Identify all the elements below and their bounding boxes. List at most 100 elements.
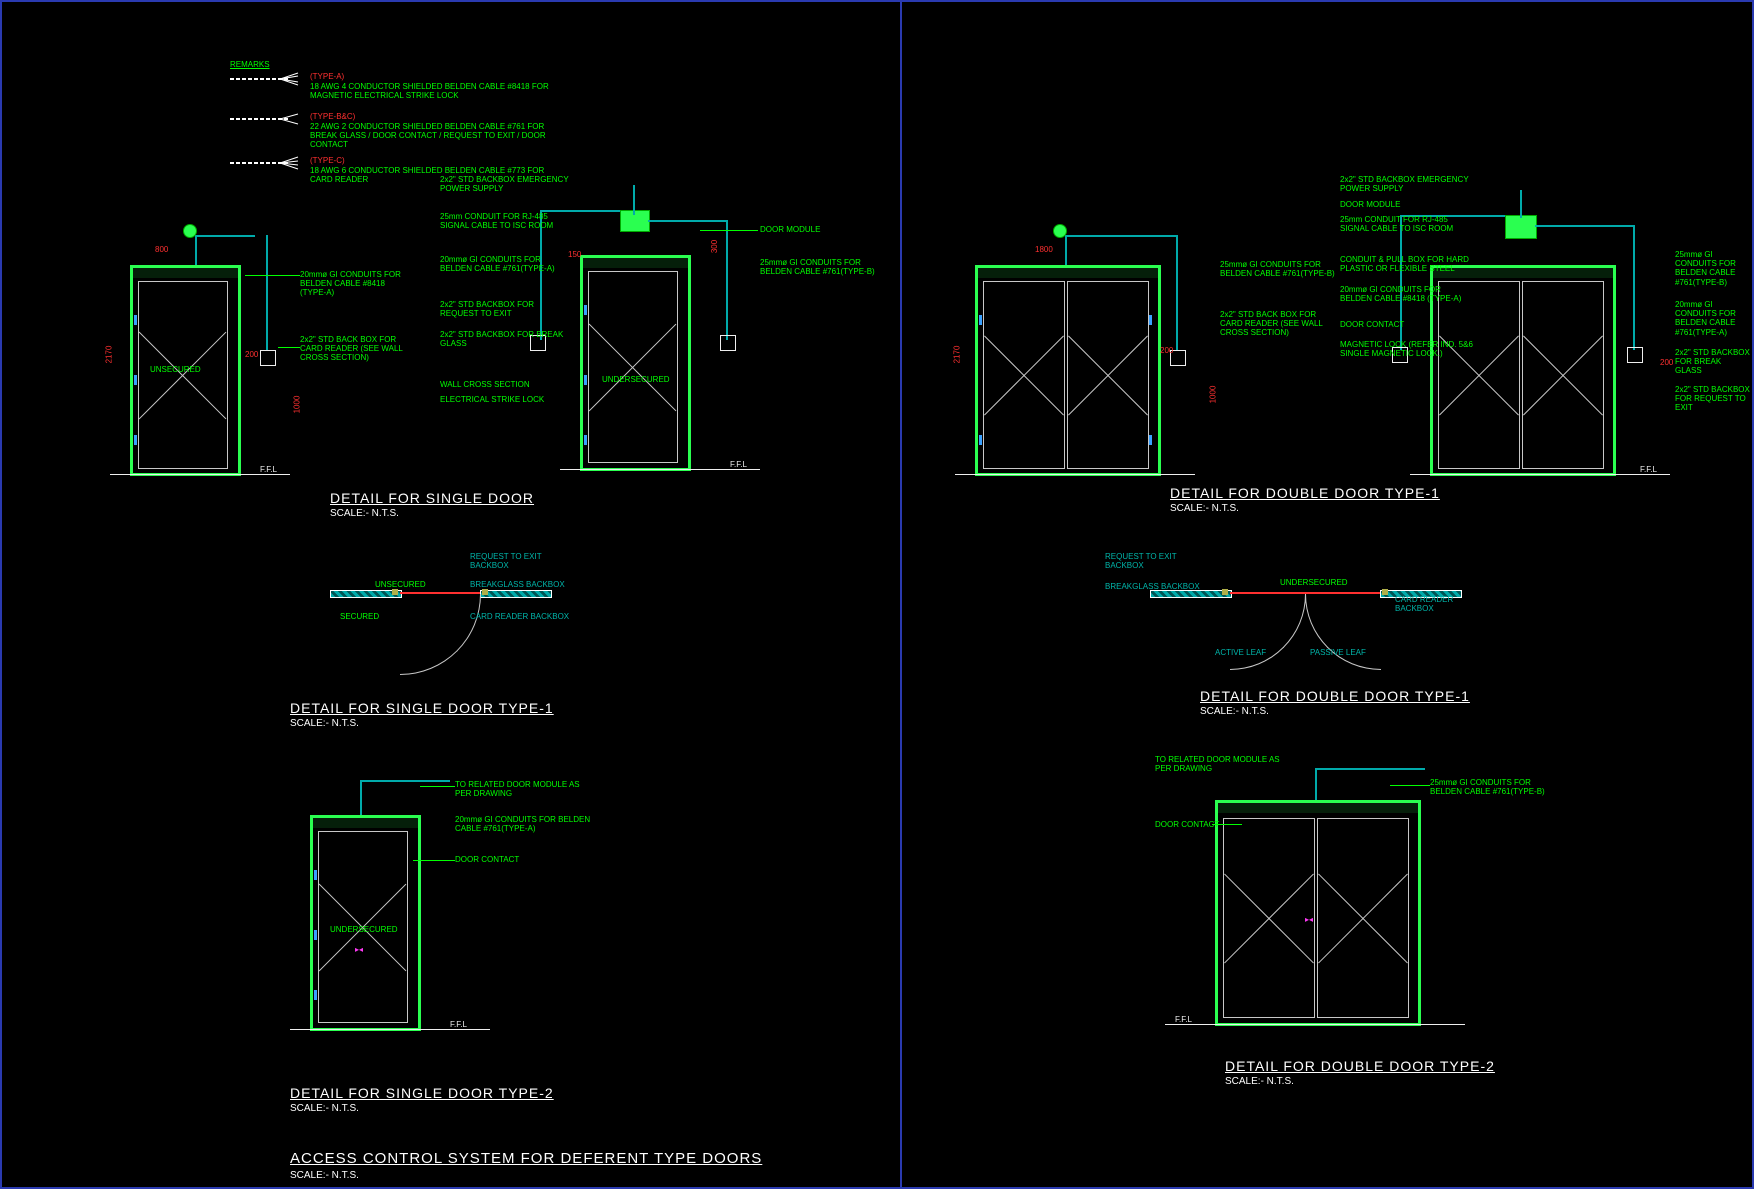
ann-conduit25: 25mmø GI CONDUITS FOR BELDEN CABLE #761(… [1430, 778, 1560, 796]
hinge-icon [314, 930, 317, 940]
floor-line [1165, 1024, 1465, 1025]
sensor-icon [183, 224, 197, 238]
dim-width-dd: 1800 [1035, 245, 1053, 254]
door-panel [1223, 818, 1315, 1018]
leader-line [413, 860, 455, 861]
door-panel [1317, 818, 1409, 1018]
detail-scale: SCALE:- N.T.S. [1225, 1076, 1294, 1087]
legend-desc-a: 18 AWG 4 CONDUCTOR SHIELDED BELDEN CABLE… [310, 82, 560, 100]
hinge-icon [134, 375, 137, 385]
conduit [633, 185, 635, 215]
dim-height: 2170 [104, 346, 113, 364]
center-divider [900, 0, 902, 1189]
sensor-icon [1053, 224, 1067, 238]
legend-desc-bc: 22 AWG 2 CONDUCTOR SHIELDED BELDEN CABLE… [310, 122, 570, 150]
mark-icon: ▸◂ [355, 945, 363, 954]
main-scale: SCALE:- N.T.S. [290, 1170, 359, 1181]
ann-bg: 2x2" STD BACKBOX FOR BREAK GLASS [440, 330, 570, 348]
dim-off: 200 [1660, 358, 1673, 367]
card-reader-box-icon [260, 350, 276, 366]
conduit [360, 780, 450, 782]
single-door-left-elev: F.F.L UNSECURED [120, 255, 280, 480]
leader-line [420, 786, 455, 787]
ann-conduit20-b: 20mmø GI CONDUITS FOR BELDEN CABLE #761(… [440, 255, 570, 273]
door-panel [1067, 281, 1149, 469]
ffl-label: F.F.L [1175, 1015, 1192, 1024]
legend-tag-a: (TYPE-A) [310, 72, 344, 81]
dim-height: 2170 [952, 346, 961, 364]
dim-off: 300 [710, 240, 719, 253]
cad-drawing-canvas: REMARKS (TYPE-A) 18 AWG 4 CONDUCTOR SHIE… [0, 0, 1754, 1189]
conduit [1520, 190, 1522, 218]
cable-fan-icon [280, 156, 300, 170]
device-icon [1382, 589, 1388, 595]
door-module-icon [620, 210, 650, 232]
door-panel [588, 271, 678, 463]
conduit [1535, 225, 1635, 227]
door-panel [983, 281, 1065, 469]
floor-line [1410, 474, 1670, 475]
detail-title: DETAIL FOR DOUBLE DOOR TYPE-1 [1200, 688, 1470, 704]
main-title: ACCESS CONTROL SYSTEM FOR DEFERENT TYPE … [290, 1150, 762, 1167]
leader-line [1390, 785, 1430, 786]
legend-block: REMARKS (TYPE-A) 18 AWG 4 CONDUCTOR SHIE… [230, 60, 680, 69]
single-door-type2: F.F.L UNDERSECURED ▸◂ [300, 805, 480, 1045]
door-panel [1522, 281, 1604, 469]
ann-wallcross: WALL CROSS SECTION [440, 380, 570, 389]
ann-dm: DOOR MODULE [1340, 200, 1470, 209]
ann-conduit25r: 25mmø GI CONDUITS FOR BELDEN CABLE #761(… [1675, 250, 1750, 287]
ann-rex-bb: REQUEST TO EXIT BACKBOX [470, 552, 570, 570]
leader-line [1212, 824, 1242, 825]
conduit [266, 235, 268, 350]
border-left [0, 0, 2, 1189]
ann-rex-bb: REQUEST TO EXIT BACKBOX [1105, 552, 1200, 570]
legend-tag-c: (TYPE-C) [310, 156, 345, 165]
ann-active: ACTIVE LEAF [1215, 648, 1275, 657]
detail-scale: SCALE:- N.T.S. [1170, 503, 1239, 514]
conduit [195, 235, 197, 265]
ann-conduit25: 25mmø GI CONDUITS FOR BELDEN CABLE #761(… [1220, 260, 1340, 278]
floor-line [110, 474, 290, 475]
leader-line [700, 230, 758, 231]
hinge-icon [314, 990, 317, 1000]
ann-rex: 2x2" STD BACKBOX FOR REQUEST TO EXIT [440, 300, 570, 318]
bg-box-icon [720, 335, 736, 351]
device-icon [482, 589, 488, 595]
conduit [1065, 235, 1067, 265]
conduit [1400, 215, 1402, 350]
conduit [1176, 235, 1178, 350]
detail-scale: SCALE:- N.T.S. [330, 508, 399, 519]
ann-backbox-cr: 2x2" STD BACK BOX FOR CARD READER (SEE W… [300, 335, 420, 363]
hinge-icon [584, 435, 587, 445]
ann-rex-r: 2x2" STD BACKBOX FOR REQUEST TO EXIT [1675, 385, 1750, 413]
ann-undersec: UNDERSECURED [1280, 578, 1348, 587]
hinge-icon [584, 375, 587, 385]
conduit [1633, 225, 1635, 350]
conduit [726, 220, 728, 340]
ffl-label: F.F.L [450, 1020, 467, 1029]
bg-box-icon [1627, 347, 1643, 363]
dim-off: 200 [245, 350, 258, 359]
detail-title: DETAIL FOR SINGLE DOOR TYPE-2 [290, 1085, 554, 1101]
floor-line [955, 474, 1195, 475]
detail-scale: SCALE:- N.T.S. [290, 718, 359, 729]
ann-conduit20: 20mmø GI CONDUITS FOR BELDEN CABLE #761(… [455, 815, 595, 833]
ann-bg-bb: BREAKGLASS BACKBOX [470, 580, 570, 589]
secured-label: UNDERSECURED [330, 925, 398, 934]
cable-fan-icon [280, 112, 300, 126]
detail-title: DETAIL FOR DOUBLE DOOR TYPE-2 [1225, 1058, 1495, 1074]
single-door-right-elev: F.F.L UNDERSECURED [570, 245, 750, 485]
ann-conduit20: 20mmø GI CONDUITS FOR BELDEN CABLE #8418… [1340, 285, 1470, 303]
detail-title: DETAIL FOR DOUBLE DOOR TYPE-1 [1170, 485, 1440, 501]
ann-cr-bb: CARD READER BACKBOX [1395, 595, 1490, 613]
ann-dc: DOOR CONTACT [1340, 320, 1470, 329]
swing-arc [1230, 594, 1306, 670]
hinge-icon [1149, 315, 1152, 325]
ann-signal: 25mm CONDUIT FOR RJ-485 SIGNAL CABLE TO … [1340, 215, 1470, 233]
legend-tag-bc: (TYPE-B&C) [310, 112, 355, 121]
wall [1150, 590, 1232, 598]
ann-backbox-cr: 2x2" STD BACK BOX FOR CARD READER (SEE W… [1220, 310, 1340, 338]
floor-line [560, 469, 760, 470]
floor-line [290, 1029, 490, 1030]
hinge-icon [134, 315, 137, 325]
